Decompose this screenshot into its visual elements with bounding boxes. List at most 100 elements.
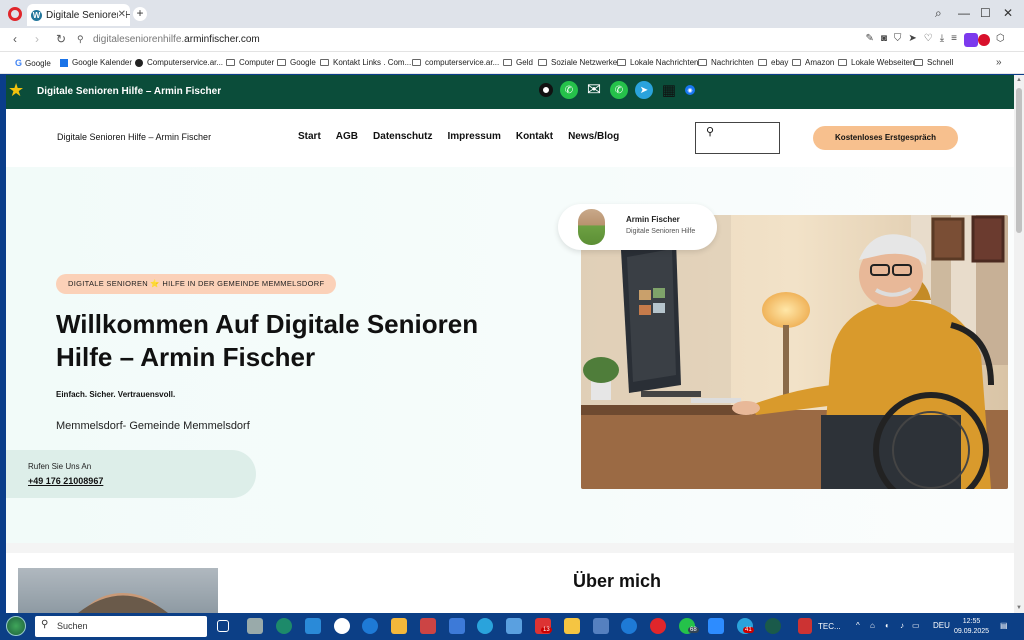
circle-link-icon[interactable] bbox=[539, 83, 553, 97]
whatsapp-icon[interactable]: ✆ bbox=[610, 81, 628, 99]
bookmark-folder[interactable]: Geld bbox=[503, 58, 533, 67]
send-icon[interactable]: ➤ bbox=[908, 33, 916, 47]
bookmark-folder[interactable]: ebay bbox=[758, 58, 788, 67]
email-icon[interactable]: ✉ bbox=[585, 80, 603, 99]
notification-badge: 68 bbox=[688, 627, 699, 633]
taskbar-app-label[interactable]: TEC... bbox=[818, 622, 841, 631]
folder-icon bbox=[838, 59, 847, 66]
search-tabs-icon[interactable]: ⌕ bbox=[935, 6, 942, 21]
bookmark-item[interactable]: Google Kalender bbox=[60, 58, 132, 67]
folder-icon bbox=[792, 59, 801, 66]
extensions-box-icon[interactable]: ⬡ bbox=[996, 33, 1005, 44]
shield-icon[interactable]: ⛉ bbox=[894, 33, 902, 47]
edge-icon[interactable] bbox=[362, 618, 378, 634]
close-window-icon[interactable]: ✕ bbox=[1003, 6, 1013, 20]
edit-icon[interactable]: ✎ bbox=[865, 33, 873, 47]
nav-datenschutz[interactable]: Datenschutz bbox=[373, 131, 432, 142]
app-icon[interactable] bbox=[276, 618, 292, 634]
tray-expand-icon[interactable]: ^ bbox=[856, 621, 860, 630]
tray-icon[interactable]: ⌂ bbox=[870, 621, 875, 630]
language-indicator[interactable]: DEU bbox=[933, 621, 950, 630]
folder-icon bbox=[758, 59, 767, 66]
url-field[interactable]: digitaleseniorenhilfe.arminfischer.com bbox=[93, 34, 260, 45]
download-icon[interactable]: ⤓ bbox=[940, 33, 944, 47]
phone-icon[interactable]: ✆ bbox=[560, 81, 578, 99]
forward-icon[interactable]: › bbox=[35, 32, 39, 46]
calendar-icon[interactable]: ▦ bbox=[660, 81, 678, 99]
bookmark-item[interactable]: Computerservice.ar... bbox=[135, 58, 223, 67]
app-icon[interactable] bbox=[506, 618, 522, 634]
bookmark-folder[interactable]: Lokale Nachrichten bbox=[617, 58, 698, 67]
hero-title: Willkommen Auf Digitale Senioren Hilfe –… bbox=[56, 309, 479, 372]
store-icon[interactable] bbox=[391, 618, 407, 634]
minimize-icon[interactable]: — bbox=[958, 6, 970, 20]
app-icon[interactable] bbox=[593, 618, 609, 634]
nav-news-blog[interactable]: News/Blog bbox=[568, 131, 619, 142]
app-icon[interactable] bbox=[449, 618, 465, 634]
telegram-icon[interactable] bbox=[477, 618, 493, 634]
back-icon[interactable]: ‹ bbox=[13, 32, 17, 46]
page-scrollbar[interactable]: ▲ ▼ bbox=[1014, 75, 1024, 613]
nav-start[interactable]: Start bbox=[298, 131, 321, 142]
scroll-down-icon[interactable]: ▼ bbox=[1016, 605, 1022, 611]
bookmark-folder[interactable]: computerservice.ar... bbox=[412, 58, 499, 67]
app-icon[interactable] bbox=[247, 618, 263, 634]
volume-icon[interactable]: ♪ bbox=[900, 621, 904, 630]
bookmark-folder[interactable]: Google bbox=[277, 58, 316, 67]
web-page: ★ Digitale Senioren Hilfe – Armin Fische… bbox=[6, 75, 1014, 613]
opera-logo-icon[interactable] bbox=[8, 7, 22, 21]
keyboard-icon[interactable]: ▭ bbox=[912, 621, 920, 630]
scroll-up-icon[interactable]: ▲ bbox=[1016, 77, 1022, 83]
app-icon[interactable] bbox=[420, 618, 436, 634]
record-extension-icon[interactable] bbox=[978, 34, 990, 46]
messenger-icon[interactable]: ◉ bbox=[685, 85, 695, 95]
folder-icon bbox=[538, 59, 547, 66]
close-tab-icon[interactable]: ✕ bbox=[117, 9, 126, 20]
heart-icon[interactable]: ♡ bbox=[924, 33, 933, 47]
extension-icon[interactable] bbox=[964, 33, 978, 47]
menu-icon[interactable]: ≡ bbox=[951, 33, 957, 47]
app-icon[interactable] bbox=[765, 618, 781, 634]
app-icon[interactable] bbox=[334, 618, 350, 634]
search-icon: ⚲ bbox=[41, 619, 49, 630]
site-search-input[interactable]: ⚲ bbox=[695, 122, 780, 154]
address-toolbar: ✎ ◙ ⛉ ➤ ♡ ⤓ ≡ bbox=[865, 33, 978, 47]
bookmark-folder[interactable]: Nachrichten bbox=[698, 58, 754, 67]
site-name[interactable]: Digitale Senioren Hilfe – Armin Fischer bbox=[57, 132, 211, 142]
nav-impressum[interactable]: Impressum bbox=[447, 131, 500, 142]
edge-icon[interactable] bbox=[621, 618, 637, 634]
task-view-icon[interactable] bbox=[217, 620, 229, 632]
zoom-icon[interactable] bbox=[708, 618, 724, 634]
new-tab-button[interactable]: + bbox=[133, 7, 147, 21]
maximize-icon[interactable]: ☐ bbox=[980, 6, 991, 20]
clock[interactable]: 12:55 09.09.2025 bbox=[954, 617, 989, 637]
camera-icon[interactable]: ◙ bbox=[881, 33, 887, 47]
scrollbar-thumb[interactable] bbox=[1016, 88, 1022, 233]
free-consultation-button[interactable]: Kostenloses Erstgespräch bbox=[813, 126, 958, 150]
bookmark-folder[interactable]: Soziale Netzwerke bbox=[538, 58, 617, 67]
reload-icon[interactable]: ↻ bbox=[56, 32, 66, 46]
bookmark-folder[interactable]: Computer bbox=[226, 58, 274, 67]
section-divider bbox=[6, 543, 1014, 553]
notification-icon[interactable]: ▤ bbox=[1000, 621, 1008, 630]
bookmarks-more-icon[interactable]: » bbox=[996, 57, 1002, 68]
phone-link[interactable]: +49 176 21008967 bbox=[28, 476, 103, 486]
nav-kontakt[interactable]: Kontakt bbox=[516, 131, 553, 142]
bookmark-folder[interactable]: Kontakt Links . Com... bbox=[320, 58, 411, 67]
opera-icon[interactable] bbox=[650, 618, 666, 634]
app-icon[interactable] bbox=[798, 618, 812, 634]
bookmark-item[interactable]: G Google bbox=[15, 58, 51, 68]
nav-agb[interactable]: AGB bbox=[336, 131, 358, 142]
taskbar-search[interactable]: ⚲ Suchen bbox=[35, 616, 207, 637]
explorer-icon[interactable] bbox=[564, 618, 580, 634]
start-button[interactable] bbox=[6, 616, 26, 636]
tray-icon[interactable]: ◐ bbox=[885, 621, 890, 630]
site-info-icon[interactable]: ⚲ bbox=[77, 34, 84, 45]
bookmark-folder[interactable]: Lokale Webseiten bbox=[838, 58, 914, 67]
bookmark-folder[interactable]: Amazon bbox=[792, 58, 834, 67]
app-icon[interactable] bbox=[305, 618, 321, 634]
address-bar: ‹ › ↻ ⚲ digitaleseniorenhilfe.arminfisch… bbox=[0, 28, 1024, 52]
telegram-icon[interactable]: ➤ bbox=[635, 81, 653, 99]
bookmark-folder[interactable]: Schnell bbox=[914, 58, 953, 67]
browser-tab[interactable]: W Digitale Senioren Hilfe – A ✕ bbox=[27, 4, 130, 26]
